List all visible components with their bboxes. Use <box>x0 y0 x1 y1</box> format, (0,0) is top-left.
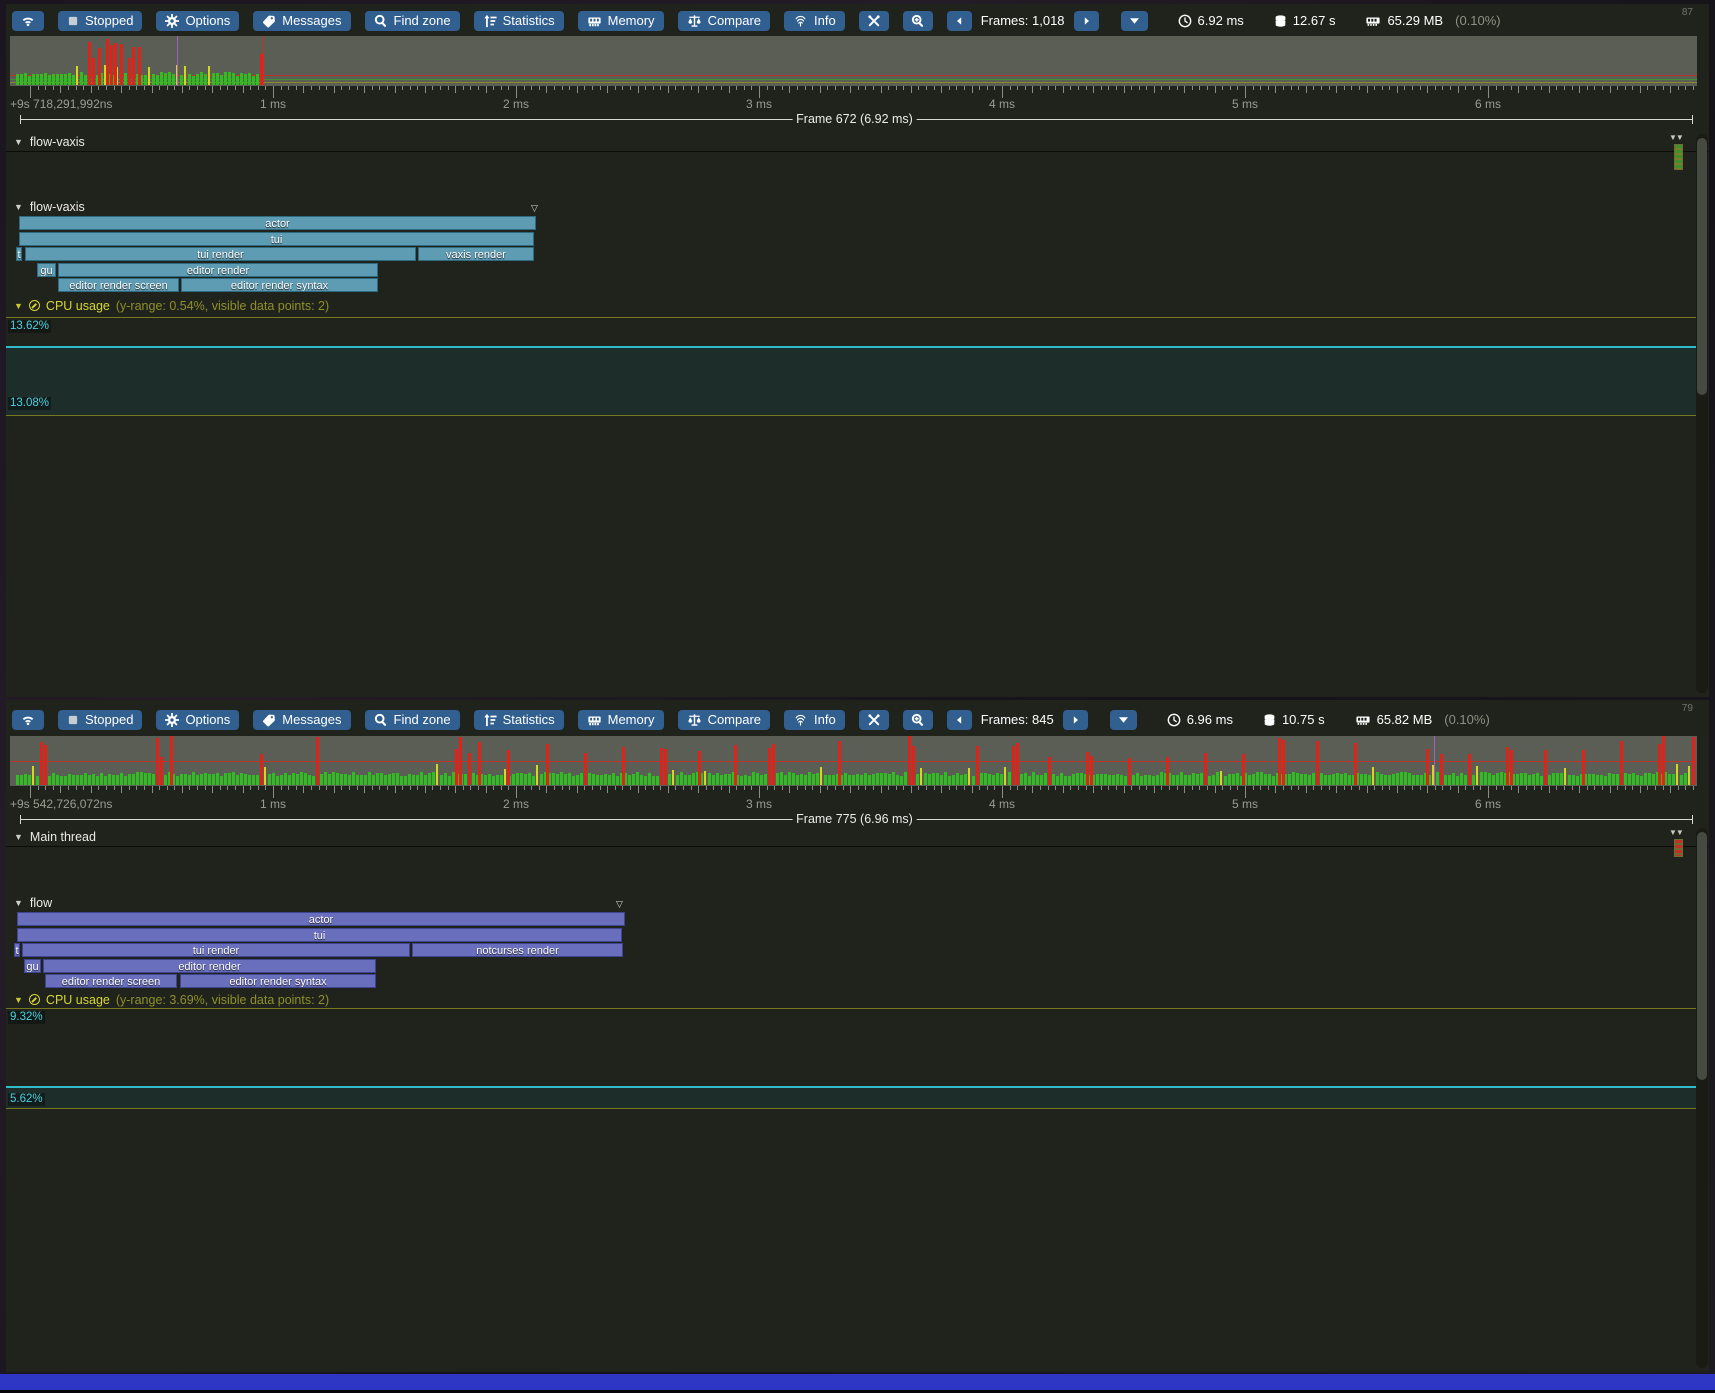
zone-gu[interactable]: gu <box>24 959 41 973</box>
profiler-window-bottom: 79 StoppedOptionsMessagesFind zoneStatis… <box>6 700 1709 1372</box>
plot-title: CPU usage <box>46 993 110 1007</box>
zone-gu[interactable]: gu <box>37 263 56 277</box>
zone-tui-render[interactable]: tui render <box>25 247 416 261</box>
zone-end-triangle-icon: ▽ <box>616 899 623 910</box>
plot-title: CPU usage <box>46 299 110 313</box>
zone-tui[interactable]: tui <box>19 232 534 246</box>
plot-header[interactable]: ▼ CPU usage (y-range: 0.54%, visible dat… <box>14 299 329 312</box>
zone-actor[interactable]: actor <box>17 912 625 926</box>
plot-top-line <box>6 317 1697 318</box>
plot-icon <box>29 994 40 1005</box>
zone-editor-render-syntax[interactable]: editor render syntax <box>180 974 376 988</box>
plot-header[interactable]: ▼ CPU usage (y-range: 3.69%, visible dat… <box>14 993 329 1006</box>
zone-t[interactable]: t <box>16 247 22 261</box>
zone-notcurses-render[interactable]: notcurses render <box>412 943 623 957</box>
scrollbar-thumb[interactable] <box>1697 832 1707 1080</box>
zone-tui-render[interactable]: tui render <box>22 943 410 957</box>
plot-range-info: (y-range: 3.69%, visible data points: 2) <box>116 993 329 1007</box>
scrollbar <box>1696 134 1708 693</box>
zone-editor-render-screen[interactable]: editor render screen <box>58 278 179 292</box>
zone-editor-render[interactable]: editor render <box>43 959 376 973</box>
zone-vaxis-render[interactable]: vaxis render <box>418 247 534 261</box>
plot-bottom-line <box>6 415 1697 416</box>
plot-max-label: 9.32% <box>8 1011 45 1024</box>
zone-editor-render-syntax[interactable]: editor render syntax <box>181 278 378 292</box>
plot-fill <box>6 1087 1697 1108</box>
zone-t[interactable]: t <box>14 943 20 957</box>
plot-bottom-line <box>6 1108 1697 1109</box>
plot-top-line <box>6 1008 1697 1009</box>
zone-editor-render[interactable]: editor render <box>58 263 378 277</box>
plot-line <box>6 1086 1697 1088</box>
scrollbar-thumb[interactable] <box>1697 138 1707 395</box>
desktop-taskbar <box>0 1374 1715 1390</box>
plot-icon <box>29 300 40 311</box>
collapse-arrow-icon: ▼ <box>14 301 23 311</box>
zone-end-triangle-icon: ▽ <box>531 203 538 214</box>
cpu-usage-plot[interactable]: 9.32% 5.62% <box>6 1008 1697 1109</box>
cpu-usage-plot[interactable]: 13.62% 13.08% <box>6 317 1697 416</box>
zone-editor-render-screen[interactable]: editor render screen <box>45 974 177 988</box>
plot-line <box>6 346 1697 348</box>
plot-max-label: 13.62% <box>8 320 51 333</box>
zone-tui[interactable]: tui <box>17 928 622 942</box>
plot-fill <box>6 347 1697 415</box>
plot-min-label: 13.08% <box>8 397 51 410</box>
plot-min-label: 5.62% <box>8 1093 45 1106</box>
profiler-window-top: 87 StoppedOptionsMessagesFind zoneStatis… <box>6 4 1709 697</box>
scrollbar <box>1696 828 1708 1368</box>
plot-range-info: (y-range: 0.54%, visible data points: 2) <box>116 299 329 313</box>
collapse-arrow-icon: ▼ <box>14 995 23 1005</box>
zone-actor[interactable]: actor <box>19 216 536 230</box>
